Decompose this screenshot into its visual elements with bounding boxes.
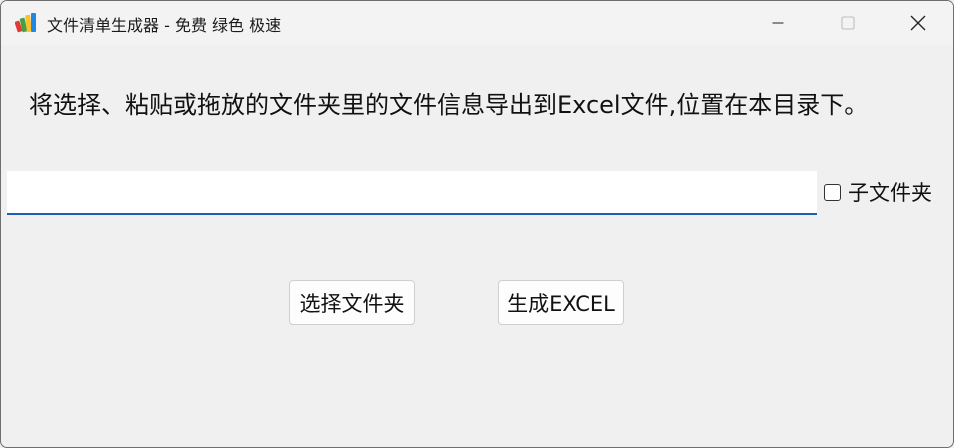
app-logo-icon (15, 13, 36, 33)
maximize-icon (841, 16, 855, 30)
subfolder-option[interactable]: 子文件夹 (824, 177, 932, 207)
close-icon (910, 15, 926, 31)
instruction-text: 将选择、粘贴或拖放的文件夹里的文件信息导出到Excel文件,位置在本目录下。 (29, 91, 869, 119)
folder-path-input[interactable] (7, 171, 817, 215)
subfolder-checkbox[interactable] (824, 183, 841, 201)
generate-excel-button[interactable]: 生成EXCEL (498, 280, 624, 325)
minimize-button[interactable] (743, 1, 813, 45)
app-window: 文件清单生成器 - 免费 绿色 极速 将选择、粘贴或拖放的文件夹里的文件信息导出… (0, 0, 954, 448)
window-title: 文件清单生成器 - 免费 绿色 极速 (47, 16, 282, 35)
maximize-button[interactable] (813, 1, 883, 45)
title-bar[interactable]: 文件清单生成器 - 免费 绿色 极速 (1, 1, 953, 45)
minimize-icon (772, 22, 784, 24)
close-button[interactable] (883, 1, 953, 45)
select-folder-button[interactable]: 选择文件夹 (289, 280, 415, 325)
subfolder-label[interactable]: 子文件夹 (848, 177, 932, 207)
